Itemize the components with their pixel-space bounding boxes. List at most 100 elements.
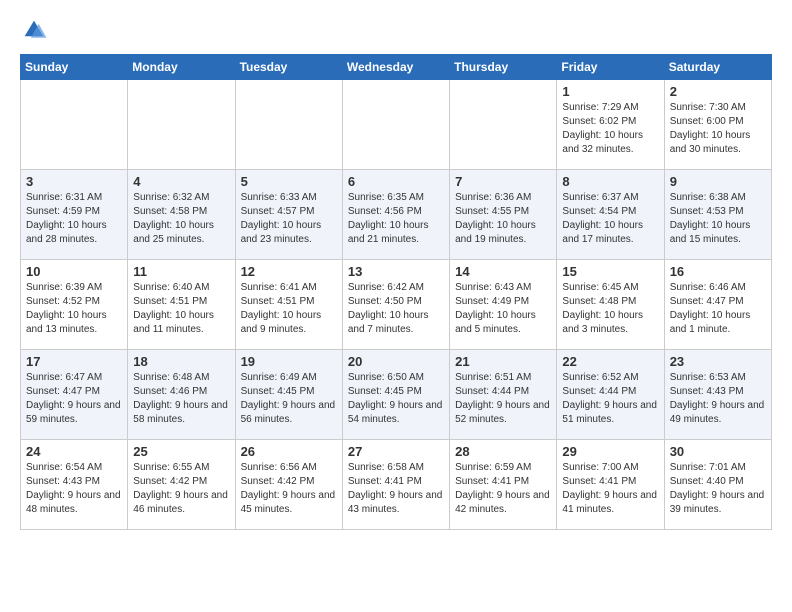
day-info: Sunrise: 6:56 AMSunset: 4:42 PMDaylight:… <box>241 461 337 517</box>
day-cell: 10 Sunrise: 6:39 AMSunset: 4:52 PMDayligh… <box>21 260 128 350</box>
day-info: Sunrise: 6:48 AMSunset: 4:46 PMDaylight:… <box>133 371 229 427</box>
day-info: Sunrise: 6:53 AMSunset: 4:43 PMDaylight:… <box>670 371 766 427</box>
day-cell: 14 Sunrise: 6:43 AMSunset: 4:49 PMDayligh… <box>450 260 557 350</box>
day-info: Sunrise: 6:37 AMSunset: 4:54 PMDaylight:… <box>562 191 658 247</box>
calendar-table: SundayMondayTuesdayWednesdayThursdayFrid… <box>20 54 772 530</box>
day-cell: 22 Sunrise: 6:52 AMSunset: 4:44 PMDayligh… <box>557 350 664 440</box>
day-cell: 7 Sunrise: 6:36 AMSunset: 4:55 PMDaylight… <box>450 170 557 260</box>
day-number: 29 <box>562 444 658 459</box>
day-number: 16 <box>670 264 766 279</box>
day-number: 22 <box>562 354 658 369</box>
header-cell-monday: Monday <box>128 55 235 80</box>
day-number: 8 <box>562 174 658 189</box>
day-cell: 4Sunrise: 6:32 AMSunset: 4:58 PMDaylight… <box>128 170 235 260</box>
day-cell: 29Sunrise: 7:00 AMSunset: 4:41 PMDayligh… <box>557 440 664 530</box>
day-info: Sunrise: 6:49 AMSunset: 4:45 PMDaylight:… <box>241 371 337 427</box>
day-cell: 19 Sunrise: 6:49 AMSunset: 4:45 PMDayligh… <box>235 350 342 440</box>
logo-icon <box>20 16 48 44</box>
day-number: 28 <box>455 444 551 459</box>
day-cell: 2Sunrise: 7:30 AMSunset: 6:00 PMDaylight… <box>664 80 771 170</box>
day-number: 21 <box>455 354 551 369</box>
day-number: 5 <box>241 174 337 189</box>
day-cell <box>342 80 449 170</box>
day-cell <box>21 80 128 170</box>
day-info: Sunrise: 6:39 AMSunset: 4:52 PMDaylight:… <box>26 281 122 337</box>
day-info: Sunrise: 6:42 AMSunset: 4:50 PMDaylight:… <box>348 281 444 337</box>
page: SundayMondayTuesdayWednesdayThursdayFrid… <box>0 0 792 546</box>
header <box>20 16 772 44</box>
day-number: 11 <box>133 264 229 279</box>
day-cell: 8 Sunrise: 6:37 AMSunset: 4:54 PMDaylight… <box>557 170 664 260</box>
logo <box>20 16 52 44</box>
day-info: Sunrise: 6:45 AMSunset: 4:48 PMDaylight:… <box>562 281 658 337</box>
day-info: Sunrise: 6:33 AMSunset: 4:57 PMDaylight:… <box>241 191 337 247</box>
day-info: Sunrise: 6:52 AMSunset: 4:44 PMDaylight:… <box>562 371 658 427</box>
day-info: Sunrise: 6:58 AMSunset: 4:41 PMDaylight:… <box>348 461 444 517</box>
day-number: 12 <box>241 264 337 279</box>
day-info: Sunrise: 7:01 AMSunset: 4:40 PMDaylight:… <box>670 461 766 517</box>
week-row-3: 10 Sunrise: 6:39 AMSunset: 4:52 PMDayligh… <box>21 260 772 350</box>
week-row-4: 17 Sunrise: 6:47 AMSunset: 4:47 PMDayligh… <box>21 350 772 440</box>
day-info: Sunrise: 6:59 AMSunset: 4:41 PMDaylight:… <box>455 461 551 517</box>
day-info: Sunrise: 6:54 AMSunset: 4:43 PMDaylight:… <box>26 461 122 517</box>
day-cell: 5 Sunrise: 6:33 AMSunset: 4:57 PMDaylight… <box>235 170 342 260</box>
day-cell: 16Sunrise: 6:46 AMSunset: 4:47 PMDayligh… <box>664 260 771 350</box>
day-cell: 3Sunrise: 6:31 AMSunset: 4:59 PMDaylight… <box>21 170 128 260</box>
day-info: Sunrise: 6:55 AMSunset: 4:42 PMDaylight:… <box>133 461 229 517</box>
day-number: 15 <box>562 264 658 279</box>
week-row-5: 24 Sunrise: 6:54 AMSunset: 4:43 PMDayligh… <box>21 440 772 530</box>
day-info: Sunrise: 6:31 AMSunset: 4:59 PMDaylight:… <box>26 191 122 247</box>
day-cell: 23 Sunrise: 6:53 AMSunset: 4:43 PMDayligh… <box>664 350 771 440</box>
header-cell-sunday: Sunday <box>21 55 128 80</box>
week-row-2: 3Sunrise: 6:31 AMSunset: 4:59 PMDaylight… <box>21 170 772 260</box>
day-number: 13 <box>348 264 444 279</box>
day-number: 26 <box>241 444 337 459</box>
day-cell: 24 Sunrise: 6:54 AMSunset: 4:43 PMDayligh… <box>21 440 128 530</box>
day-number: 19 <box>241 354 337 369</box>
day-cell: 15 Sunrise: 6:45 AMSunset: 4:48 PMDayligh… <box>557 260 664 350</box>
day-number: 17 <box>26 354 122 369</box>
day-cell <box>235 80 342 170</box>
day-number: 1 <box>562 84 658 99</box>
header-cell-thursday: Thursday <box>450 55 557 80</box>
header-cell-tuesday: Tuesday <box>235 55 342 80</box>
day-cell: 26 Sunrise: 6:56 AMSunset: 4:42 PMDayligh… <box>235 440 342 530</box>
day-info: Sunrise: 6:41 AMSunset: 4:51 PMDaylight:… <box>241 281 337 337</box>
day-info: Sunrise: 6:43 AMSunset: 4:49 PMDaylight:… <box>455 281 551 337</box>
day-number: 25 <box>133 444 229 459</box>
day-number: 4 <box>133 174 229 189</box>
day-cell: 6Sunrise: 6:35 AMSunset: 4:56 PMDaylight… <box>342 170 449 260</box>
header-cell-friday: Friday <box>557 55 664 80</box>
header-row: SundayMondayTuesdayWednesdayThursdayFrid… <box>21 55 772 80</box>
day-cell: 18 Sunrise: 6:48 AMSunset: 4:46 PMDayligh… <box>128 350 235 440</box>
day-info: Sunrise: 7:29 AMSunset: 6:02 PMDaylight:… <box>562 101 658 157</box>
day-number: 2 <box>670 84 766 99</box>
day-number: 24 <box>26 444 122 459</box>
day-number: 6 <box>348 174 444 189</box>
day-cell <box>128 80 235 170</box>
day-info: Sunrise: 6:40 AMSunset: 4:51 PMDaylight:… <box>133 281 229 337</box>
day-number: 23 <box>670 354 766 369</box>
day-info: Sunrise: 6:38 AMSunset: 4:53 PMDaylight:… <box>670 191 766 247</box>
week-row-1: 1 Sunrise: 7:29 AMSunset: 6:02 PMDaylight… <box>21 80 772 170</box>
day-cell: 17 Sunrise: 6:47 AMSunset: 4:47 PMDayligh… <box>21 350 128 440</box>
day-cell: 11 Sunrise: 6:40 AMSunset: 4:51 PMDayligh… <box>128 260 235 350</box>
day-cell: 21Sunrise: 6:51 AMSunset: 4:44 PMDayligh… <box>450 350 557 440</box>
day-number: 20 <box>348 354 444 369</box>
day-cell: 30 Sunrise: 7:01 AMSunset: 4:40 PMDayligh… <box>664 440 771 530</box>
day-cell <box>450 80 557 170</box>
day-number: 18 <box>133 354 229 369</box>
header-cell-saturday: Saturday <box>664 55 771 80</box>
day-info: Sunrise: 6:36 AMSunset: 4:55 PMDaylight:… <box>455 191 551 247</box>
day-cell: 1 Sunrise: 7:29 AMSunset: 6:02 PMDaylight… <box>557 80 664 170</box>
day-number: 10 <box>26 264 122 279</box>
day-number: 14 <box>455 264 551 279</box>
day-info: Sunrise: 6:47 AMSunset: 4:47 PMDaylight:… <box>26 371 122 427</box>
day-cell: 13 Sunrise: 6:42 AMSunset: 4:50 PMDayligh… <box>342 260 449 350</box>
day-number: 30 <box>670 444 766 459</box>
day-cell: 28 Sunrise: 6:59 AMSunset: 4:41 PMDayligh… <box>450 440 557 530</box>
day-cell: 12 Sunrise: 6:41 AMSunset: 4:51 PMDayligh… <box>235 260 342 350</box>
day-cell: 9Sunrise: 6:38 AMSunset: 4:53 PMDaylight… <box>664 170 771 260</box>
day-number: 7 <box>455 174 551 189</box>
day-cell: 25 Sunrise: 6:55 AMSunset: 4:42 PMDayligh… <box>128 440 235 530</box>
